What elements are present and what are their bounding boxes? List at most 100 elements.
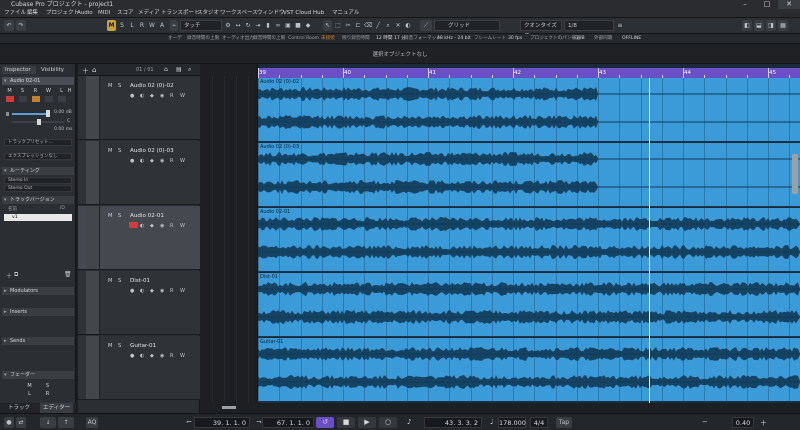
version-row[interactable]: v1 xyxy=(4,214,72,221)
punch-out-icon[interactable]: ↑ xyxy=(58,417,74,428)
punch-in-icon[interactable]: ↓ xyxy=(40,417,56,428)
zoom-field[interactable]: 0.40 xyxy=(732,417,754,428)
inspector-track-header[interactable]: ▾ Audio 02-01 xyxy=(2,77,74,85)
track-name[interactable]: Audio 02 (0)-02 xyxy=(130,83,174,89)
grid-type-dropdown[interactable]: グリッド xyxy=(434,20,500,31)
record-button[interactable]: ○ xyxy=(379,417,397,428)
menu-edit[interactable]: 編集 xyxy=(27,9,38,17)
snap-toggle-icon[interactable]: ⟋ xyxy=(420,20,432,31)
loop-icon[interactable]: ↻ xyxy=(244,20,252,31)
monitor-icon[interactable]: ◐ xyxy=(140,93,144,99)
audio-clip[interactable]: Dist-01 xyxy=(258,273,800,337)
freeze-icon[interactable] xyxy=(58,96,66,102)
track-row[interactable]: M S Audio 02 (0)-02 ● ◐ ◆ ◉ R W xyxy=(78,76,200,140)
block-icon[interactable]: ■ xyxy=(294,20,302,31)
track-solo-button[interactable]: S xyxy=(118,148,121,154)
position-display[interactable]: 43. 3. 3. 2 xyxy=(424,417,482,428)
menu-studio[interactable]: スタジオ xyxy=(197,9,219,17)
track-row[interactable]: M S Audio 02-01 ◐ ◆ ◉ R W xyxy=(78,206,200,270)
record-enable-icon[interactable]: ● xyxy=(130,288,134,294)
add-version-icon[interactable]: ＋ xyxy=(6,271,12,280)
track-name[interactable]: Audio 02 (0)-03 xyxy=(130,148,174,154)
right-locator-icon[interactable]: ¬ xyxy=(256,418,262,426)
fader-solo-button[interactable]: S xyxy=(44,383,51,389)
right-locator-field[interactable]: 67. 1. 1. 0 xyxy=(262,417,314,428)
pointer-tool-icon[interactable]: ↖ xyxy=(323,20,332,31)
edit-icon[interactable] xyxy=(45,96,53,102)
modulators-section[interactable]: ▸ Modulators xyxy=(2,287,74,295)
write-automation-button[interactable]: W xyxy=(180,158,185,164)
lock-icon[interactable]: ◆ xyxy=(150,93,154,99)
stop-button[interactable]: ■ xyxy=(337,417,355,428)
menu-window[interactable]: ウィンドウ xyxy=(257,9,285,17)
left-locator-field[interactable]: 39. 1. 1. 0 xyxy=(194,417,250,428)
snap-icon[interactable]: ↔ xyxy=(234,20,242,31)
zoom-tool-icon[interactable]: ⌕ xyxy=(384,20,392,31)
solo-mode-button[interactable]: S xyxy=(118,20,126,31)
split-tool-icon[interactable]: ✂ xyxy=(344,20,352,31)
tempo-field[interactable]: 178.000 xyxy=(498,417,526,428)
menu-audio[interactable]: Audio xyxy=(77,9,93,17)
monitor-icon[interactable]: ◐ xyxy=(140,288,144,294)
autoquant-button[interactable]: AQ xyxy=(86,417,98,428)
lock-icon[interactable]: ◆ xyxy=(150,288,154,294)
monitor-icon[interactable]: ◐ xyxy=(140,158,144,164)
layout-bottom-icon[interactable]: ⬓ xyxy=(754,20,764,31)
inspector-l-button[interactable]: L xyxy=(58,88,65,94)
filter-icon[interactable]: ▤ xyxy=(176,66,182,73)
edit-icon[interactable]: ◉ xyxy=(160,93,164,99)
link-icon[interactable]: ∞ xyxy=(274,20,282,31)
write-automation-button[interactable]: W xyxy=(180,288,185,294)
maximize-button[interactable]: □ xyxy=(756,0,778,9)
track-row[interactable]: M S Audio 02 (0)-03 ● ◐ ◆ ◉ R W xyxy=(78,141,200,205)
tab-visibility[interactable]: Visibility xyxy=(38,66,72,74)
draw-tool-icon[interactable]: ╱ xyxy=(374,20,382,31)
menu-transport[interactable]: トランスポート xyxy=(161,9,199,17)
track-mute-button[interactable]: M xyxy=(108,83,112,89)
record-enable-icon[interactable] xyxy=(129,222,138,228)
input-routing-dropdown[interactable]: Stereo In xyxy=(4,177,72,184)
read-mode-button[interactable]: R xyxy=(138,20,146,31)
record-enable-icon[interactable]: ● xyxy=(130,93,134,99)
track-solo-button[interactable]: S xyxy=(118,213,121,219)
monitor-icon[interactable] xyxy=(19,96,27,102)
track-mute-button[interactable]: M xyxy=(108,213,112,219)
mute-tool-icon[interactable]: ✕ xyxy=(394,20,402,31)
cycle-button[interactable]: ↺ xyxy=(316,417,334,428)
loop-mode-icon[interactable]: ⇄ xyxy=(16,417,26,428)
erase-tool-icon[interactable]: ⌫ xyxy=(364,20,372,31)
vertical-scrollbar[interactable] xyxy=(792,154,798,194)
tempo-track-icon[interactable]: ♩ xyxy=(490,418,493,426)
edit-icon[interactable]: ◉ xyxy=(160,158,164,164)
listen-mode-button[interactable]: L xyxy=(128,20,136,31)
marker-icon[interactable]: ▮ xyxy=(264,20,272,31)
folder-icon[interactable]: ⌂ xyxy=(92,66,96,74)
read-automation-button[interactable]: R xyxy=(170,158,173,164)
volume-slider[interactable] xyxy=(12,113,48,115)
lock-icon[interactable] xyxy=(32,96,40,102)
inspector-write-button[interactable]: W xyxy=(45,88,52,94)
track-mute-button[interactable]: M xyxy=(108,343,112,349)
track-mute-button[interactable]: M xyxy=(108,278,112,284)
menu-vst-cloud[interactable]: VST Cloud xyxy=(283,9,311,17)
project-cursor[interactable] xyxy=(649,78,650,413)
record-enable-icon[interactable]: ● xyxy=(130,353,134,359)
tab-editor[interactable]: エディター xyxy=(40,403,74,413)
expression-dropdown[interactable]: エクスプレッションなし xyxy=(4,153,72,160)
event-icon[interactable]: ▣ xyxy=(284,20,292,31)
project-timeline[interactable]: 39 40 41 42 43 44 45 Audio 02 (0)-02 Audio 02 (… xyxy=(258,64,800,413)
layout-left-icon[interactable]: ◧ xyxy=(742,20,752,31)
fader-listen-button[interactable]: L xyxy=(26,391,33,397)
inserts-section[interactable]: ▸ Inserts xyxy=(2,308,74,316)
record-enable-icon[interactable] xyxy=(6,96,14,102)
glue-tool-icon[interactable]: ⊏ xyxy=(354,20,362,31)
settings-icon[interactable]: ⚙ xyxy=(224,20,232,31)
track-preset-dropdown[interactable]: トラックプリセット... xyxy=(4,139,72,146)
track-mute-button[interactable]: M xyxy=(108,148,112,154)
pan-handle[interactable] xyxy=(37,119,41,125)
tab-inspector[interactable]: Inspector xyxy=(2,66,36,74)
inspector-solo-button[interactable]: S xyxy=(19,88,26,94)
output-routing-dropdown[interactable]: Stereo Out xyxy=(4,185,72,192)
track-solo-button[interactable]: S xyxy=(118,278,121,284)
read-automation-button[interactable]: R xyxy=(170,93,173,99)
